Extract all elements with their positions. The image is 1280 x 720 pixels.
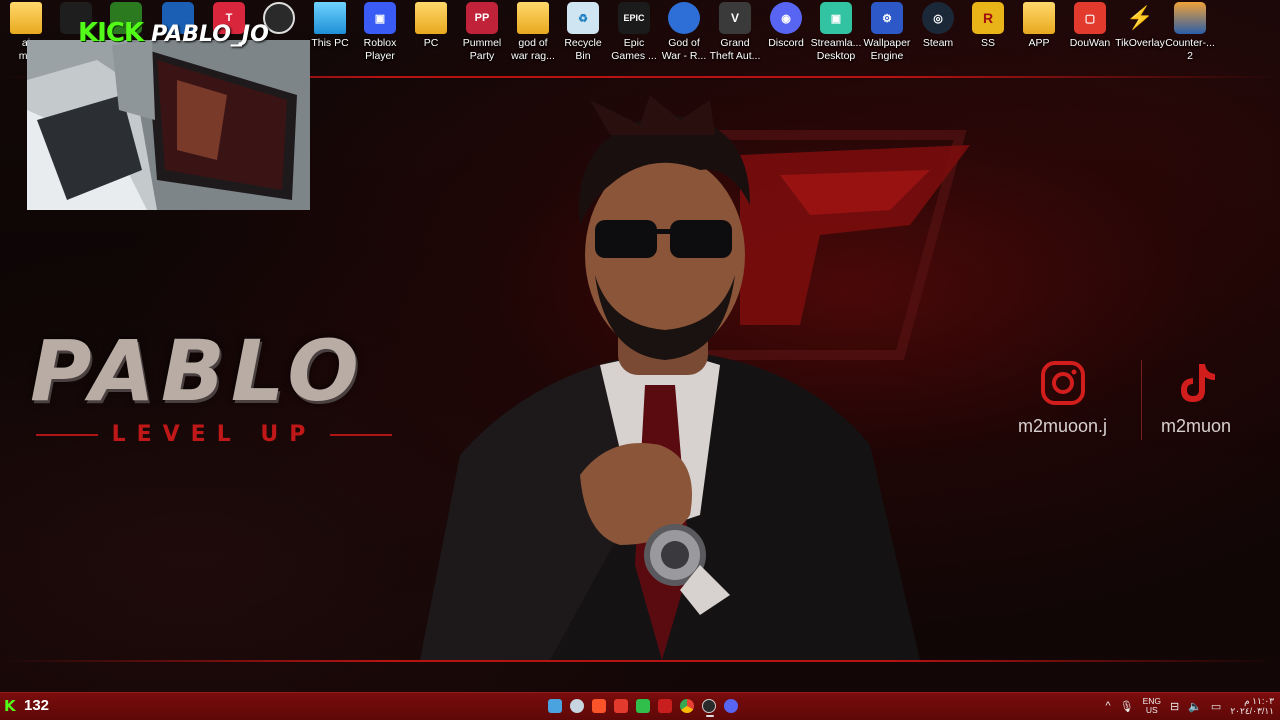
- instagram-handle: m2muoon.j: [1018, 416, 1108, 436]
- desktop-icon-wallpaper-engine[interactable]: ⚙ Wallpaper Engine: [859, 2, 915, 63]
- wallpaper-subtitle: LEVEL UP: [36, 422, 392, 447]
- wallpaper-engine-icon: ⚙: [871, 2, 903, 34]
- instagram-social: m2muoon.j: [1018, 360, 1107, 437]
- desktop-icon-folder-pc[interactable]: PC: [403, 2, 459, 50]
- system-tray: ^ 🎙 ENG US ⊟ 🔈 ▭ ١١:٠٣ م ٢٠٢٤/٠٣/١١: [1105, 696, 1274, 716]
- desktop-icon-label: Counter-... 2: [1165, 37, 1215, 62]
- desktop-icon-recycle-bin[interactable]: ♻ Recycle Bin: [555, 2, 611, 63]
- webcam-feed: [27, 40, 310, 210]
- pummel-party-icon: PP: [466, 2, 498, 34]
- folder-icon: [517, 2, 549, 34]
- taskbar: K 132 ^ 🎙 ENG US ⊟ 🔈 ▭ ١١:٠٣ م ٢٠٢٤/٠٣/١…: [0, 692, 1280, 720]
- rockstar-icon: R: [972, 2, 1004, 34]
- taskbar-obs-icon[interactable]: [702, 699, 716, 717]
- folder-icon: [1023, 2, 1055, 34]
- taskbar-red-app-2-icon[interactable]: [658, 699, 672, 713]
- battery-icon[interactable]: ▭: [1211, 700, 1221, 713]
- epic-games-icon: EPIC: [618, 2, 650, 34]
- kick-stream-tag: KICK PABLO_JO: [78, 18, 269, 48]
- taskbar-lock-app-icon[interactable]: [636, 699, 650, 713]
- god-of-war-icon: [668, 2, 700, 34]
- folder-icon: [10, 2, 42, 34]
- kick-username: PABLO_JO: [151, 22, 269, 47]
- language-indicator[interactable]: ENG US: [1143, 697, 1161, 715]
- kick-platform-label: KICK: [78, 18, 144, 48]
- kick-viewer-counter: K 132: [4, 697, 49, 714]
- network-icon[interactable]: ⊟: [1170, 700, 1179, 713]
- steam-icon: ◎: [922, 2, 954, 34]
- taskbar-pinned-apps: [548, 699, 738, 717]
- gta-icon: V: [719, 2, 751, 34]
- instagram-icon: [1040, 361, 1085, 405]
- desktop-icon-counter-strike[interactable]: Counter-... 2: [1162, 2, 1218, 63]
- taskbar-brave-icon[interactable]: [592, 699, 606, 713]
- webcam-overlay: [27, 40, 310, 210]
- tray-overflow-chevron-icon[interactable]: ^: [1105, 700, 1110, 712]
- tiktok-icon: [1181, 364, 1216, 402]
- wallpaper-subtitle-text: LEVEL UP: [111, 422, 317, 447]
- taskbar-chrome-icon[interactable]: [680, 699, 694, 713]
- taskbar-file-explorer-icon[interactable]: [548, 699, 562, 713]
- subtitle-right-dash: [330, 433, 392, 436]
- volume-icon[interactable]: 🔈: [1188, 700, 1202, 713]
- clock[interactable]: ١١:٠٣ م ٢٠٢٤/٠٣/١١: [1230, 696, 1274, 716]
- language-line-2: US: [1145, 705, 1158, 715]
- social-divider: [1141, 360, 1142, 440]
- subtitle-left-dash: [36, 433, 98, 436]
- desktop-icon-pummel-party[interactable]: PP Pummel Party: [454, 2, 510, 63]
- folder-icon: [415, 2, 447, 34]
- wallpaper-bottom-divider: [0, 660, 1280, 662]
- roblox-icon: ▣: [364, 2, 396, 34]
- taskbar-discord-icon[interactable]: [724, 699, 738, 713]
- taskbar-steam-icon[interactable]: [570, 699, 584, 713]
- viewer-count: 132: [24, 697, 50, 714]
- clock-date: ٢٠٢٤/٠٣/١١: [1230, 706, 1274, 716]
- desktop-icon-ss[interactable]: R SS: [960, 2, 1016, 50]
- taskbar-red-app-icon[interactable]: [614, 699, 628, 713]
- desktop-icon-folder-app[interactable]: APP: [1011, 2, 1067, 50]
- discord-icon: ◉: [770, 2, 802, 34]
- douwan-icon: ▢: [1074, 2, 1106, 34]
- clock-time: ١١:٠٣ م: [1244, 696, 1274, 706]
- wallpaper-title: PABLO: [30, 322, 365, 420]
- tiktok-social: m2muon: [1161, 360, 1231, 437]
- character-illustration: [420, 95, 920, 660]
- microphone-icon[interactable]: 🎙: [1120, 700, 1134, 713]
- counter-strike-icon: [1174, 2, 1206, 34]
- desktop-icon-gta[interactable]: V Grand Theft Aut...: [707, 2, 763, 63]
- desktop-icon-streamlabs[interactable]: ▣ Streamla... Desktop: [808, 2, 864, 63]
- desktop-icon-god-of-war[interactable]: God of War - R...: [656, 2, 712, 63]
- monitor-icon: [314, 2, 346, 34]
- recycle-bin-icon: ♻: [567, 2, 599, 34]
- tiktok-handle: m2muon: [1161, 416, 1232, 436]
- tikoverlay-icon: ⚡: [1126, 5, 1154, 30]
- streamlabs-icon: ▣: [820, 2, 852, 34]
- desktop-icon-roblox[interactable]: ▣ Roblox Player: [352, 2, 408, 63]
- kick-logo-icon: K: [4, 696, 16, 715]
